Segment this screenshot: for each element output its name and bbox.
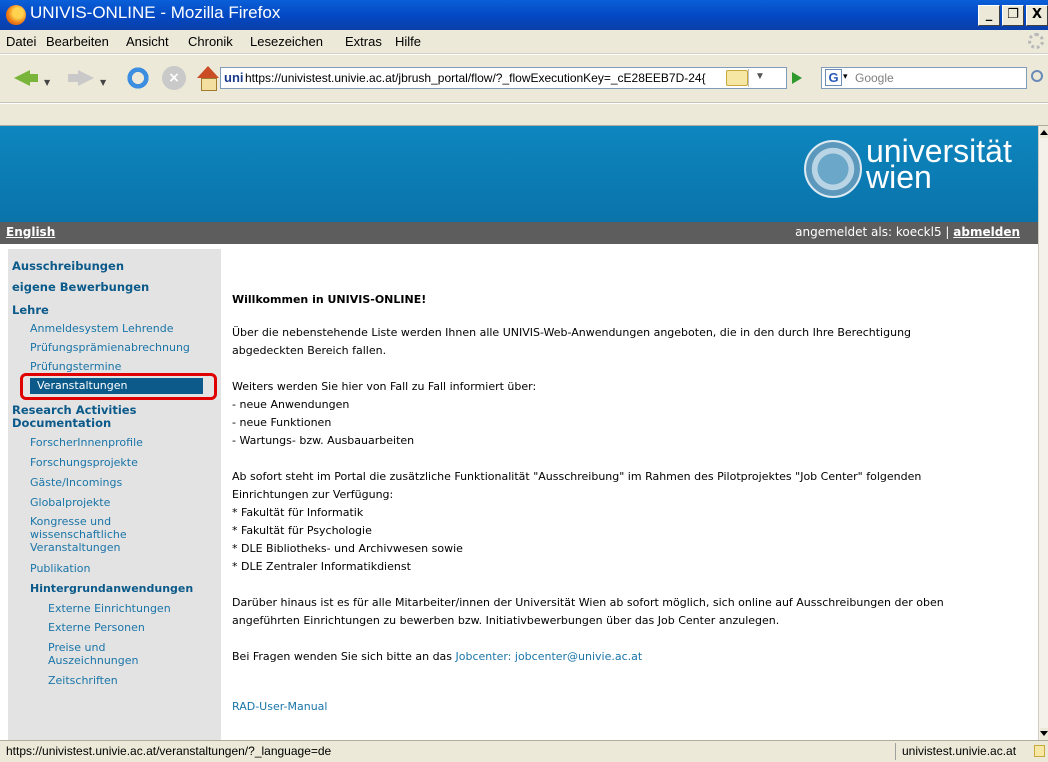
faculty-item: * Fakultät für Psychologie [232,524,372,537]
menu-extras[interactable]: Extras [345,34,382,49]
close-button[interactable]: X [1026,5,1048,26]
url-text[interactable]: https://univistest.univie.ac.at/jbrush_p… [245,71,725,85]
application-line-2: angeführten Einrichtungen zu bewerben bz… [232,614,780,627]
sidebar-item-externe-einrichtungen[interactable]: Externe Einrichtungen [48,602,171,615]
maximize-button[interactable]: ❐ [1002,5,1024,26]
ssl-lock-icon[interactable] [726,70,748,86]
status-divider [895,743,896,760]
status-text: https://univistest.univie.ac.at/veransta… [6,744,332,758]
search-box[interactable]: G ▾ Google [821,67,1027,89]
menu-datei[interactable]: Datei [6,34,36,49]
back-arrow-icon[interactable] [14,66,38,90]
stop-icon[interactable]: × [162,66,186,90]
main-content: Willkommen in UNIVIS-ONLINE! Über die ne… [232,291,1032,716]
faculty-item: * DLE Zentraler Informatikdienst [232,560,411,573]
vertical-scrollbar[interactable] [1038,126,1048,740]
sidebar-item-research-activities[interactable]: Research Activities [12,403,136,417]
window-titlebar[interactable]: UNIVIS-ONLINE - Mozilla Firefox _ ❐ X [0,0,1048,30]
sidebar-item-pruefungspraemien[interactable]: Prüfungsprämienabrechnung [30,341,190,354]
language-link[interactable]: English [6,225,55,239]
logout-link[interactable]: abmelden [953,225,1020,239]
forward-arrow-icon[interactable] [68,66,94,90]
login-status: angemeldet als: koeckl5 | abmelden [795,225,1020,239]
menubar: Datei Bearbeiten Ansicht Chronik Lesezei… [0,30,1048,54]
scroll-up-arrow-icon[interactable] [1040,126,1048,138]
site-favicon-icon: uni [224,70,244,85]
sidebar-item-zeitschriften[interactable]: Zeitschriften [48,674,118,687]
menu-bearbeiten[interactable]: Bearbeiten [46,34,109,49]
sidebar-item-ausschreibungen[interactable]: Ausschreibungen [12,259,124,273]
go-arrow-icon[interactable] [792,72,802,84]
sidebar-item-preise-2[interactable]: Auszeichnungen [48,654,138,667]
minimize-button[interactable]: _ [978,5,1000,26]
sidebar-item-forschungsprojekte[interactable]: Forschungsprojekte [30,456,138,469]
throbber-icon [1028,33,1044,49]
sidebar-item-kongresse-1[interactable]: Kongresse und [30,515,111,528]
logged-in-text: angemeldet als: koeckl5 | [795,225,954,239]
url-separator [748,69,749,87]
search-placeholder[interactable]: Google [855,71,894,85]
sidebar-item-gaeste[interactable]: Gäste/Incomings [30,476,122,489]
sidebar-item-documentation[interactable]: Documentation [12,416,111,430]
status-lock-icon[interactable] [1034,745,1045,757]
sidebar-item-globalprojekte[interactable]: Globalprojekte [30,496,110,509]
url-bar[interactable]: uni https://univistest.univie.ac.at/jbru… [220,67,787,89]
sidebar-item-anmeldesystem[interactable]: Anmeldesystem Lehrende [30,322,174,335]
university-logo[interactable]: universität wien [866,135,1012,193]
firefox-logo-icon [6,5,26,25]
sidebar-item-pruefungstermine[interactable]: Prüfungstermine [30,360,121,373]
menu-ansicht[interactable]: Ansicht [126,34,169,49]
page-viewport: universität wien English angemeldet als:… [0,126,1038,740]
info-item: - neue Funktionen [232,416,332,429]
faculty-item: * DLE Bibliotheks- und Archivwesen sowie [232,542,463,555]
info-item: - neue Anwendungen [232,398,350,411]
info-intro: Weiters werden Sie hier von Fall zu Fall… [232,380,537,393]
menu-hilfe[interactable]: Hilfe [395,34,421,49]
sidebar-item-forscherinnenprofile[interactable]: ForscherInnenprofile [30,436,143,449]
sidebar-item-externe-personen[interactable]: Externe Personen [48,621,145,634]
sidebar-item-kongresse-2[interactable]: wissenschaftliche [30,528,127,541]
welcome-heading: Willkommen in UNIVIS-ONLINE! [232,293,427,306]
forward-dropdown-icon[interactable]: ▼ [100,78,106,87]
contact-text: Bei Fragen wenden Sie sich bitte an das [232,650,456,663]
university-seal-icon [804,140,862,198]
google-engine-icon[interactable]: G [825,69,842,86]
bookmarks-toolbar [0,104,1048,126]
url-history-dropdown-icon[interactable]: ▼ [755,71,765,82]
jobcenter-email-link[interactable]: Jobcenter: jobcenter@univie.ac.at [456,650,643,663]
highlight-annotation-box [20,373,217,400]
application-line-1: Darüber hinaus ist es für alle Mitarbeit… [232,596,944,609]
contact-line: Bei Fragen wenden Sie sich bitte an das … [232,648,1032,666]
user-manual-link[interactable]: RAD-User-Manual [232,700,327,713]
sidebar-item-publikation[interactable]: Publikation [30,562,91,575]
jobcenter-line-2: Einrichtungen zur Verfügung: [232,488,394,501]
window-title: UNIVIS-ONLINE - Mozilla Firefox [30,3,281,22]
sidebar-item-eigene-bewerbungen[interactable]: eigene Bewerbungen [12,280,149,294]
navigation-toolbar: ▼ ▼ × uni https://univistest.univie.ac.a… [0,55,1048,103]
sidebar-item-kongresse-3[interactable]: Veranstaltungen [30,541,121,554]
menu-chronik[interactable]: Chronik [188,34,233,49]
jobcenter-line-1: Ab sofort steht im Portal die zusätzlich… [232,470,922,483]
status-bar: https://univistest.univie.ac.at/veransta… [0,740,1048,762]
sidebar-item-preise-1[interactable]: Preise und [48,641,105,654]
scroll-down-arrow-icon[interactable] [1040,728,1048,740]
menu-lesezeichen[interactable]: Lesezeichen [250,34,323,49]
info-item: - Wartungs- bzw. Ausbauarbeiten [232,434,415,447]
engine-dropdown-icon[interactable]: ▾ [843,71,848,82]
faculty-item: * Fakultät für Informatik [232,506,364,519]
intro-line-2: abgedeckten Bereich fallen. [232,344,387,357]
back-dropdown-icon[interactable]: ▼ [44,78,50,87]
intro-line-1: Über die nebenstehende Liste werden Ihne… [232,326,912,339]
status-host[interactable]: univistest.univie.ac.at [902,744,1016,758]
home-icon[interactable] [196,66,220,91]
university-banner: universität wien [0,126,1038,222]
reload-icon[interactable] [126,66,150,90]
sidebar-item-hintergrundanwendungen[interactable]: Hintergrundanwendungen [30,582,193,595]
search-magnifier-icon[interactable] [1031,70,1043,82]
user-strip: English angemeldet als: koeckl5 | abmeld… [0,222,1038,244]
sidebar-item-lehre[interactable]: Lehre [12,303,49,317]
